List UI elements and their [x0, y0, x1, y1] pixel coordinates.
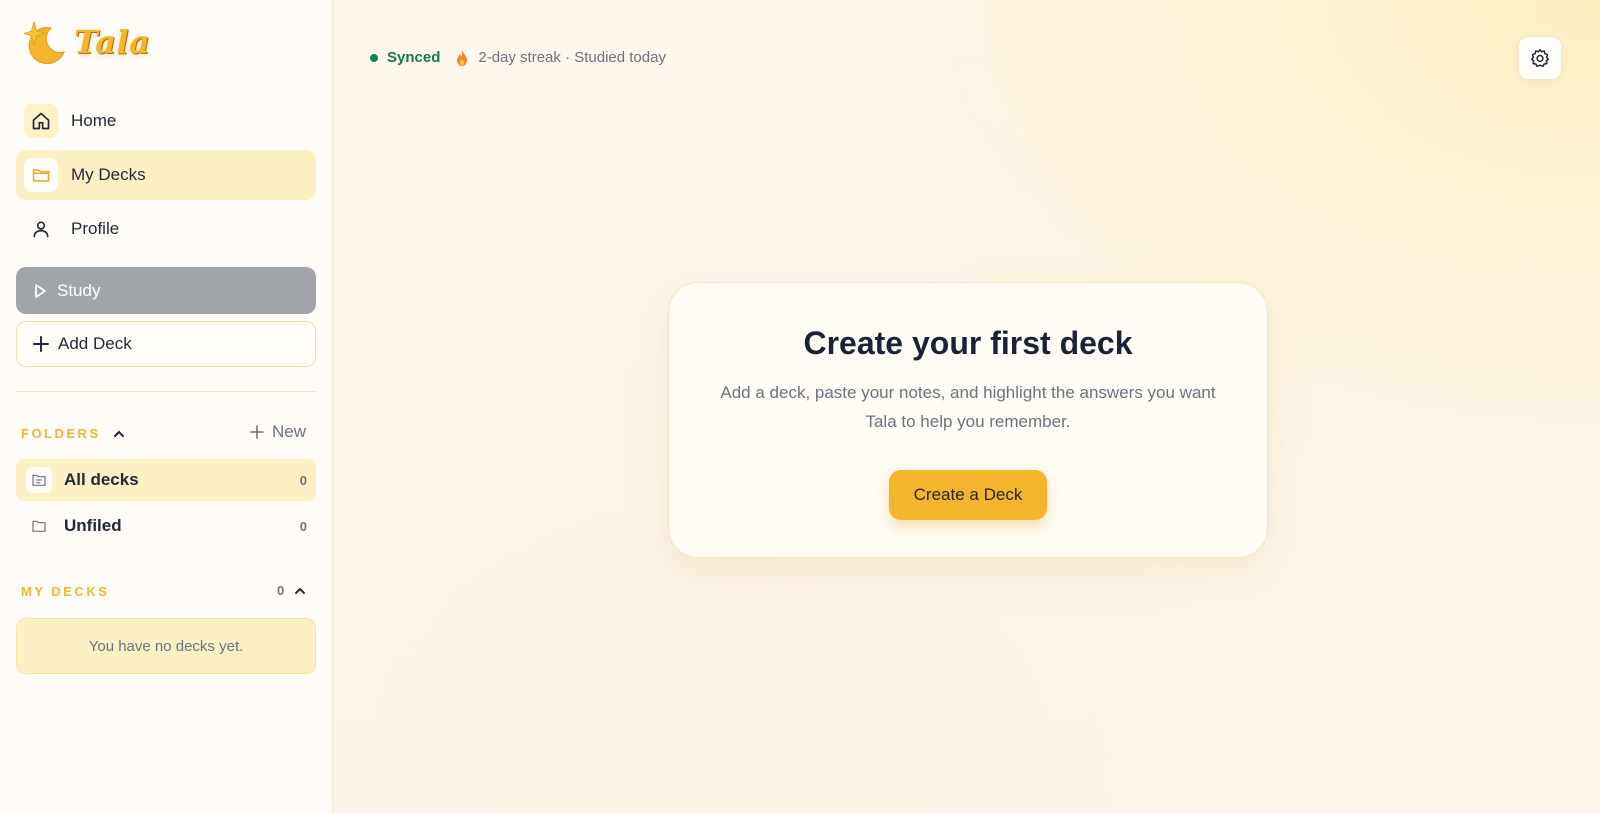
plus-icon: [250, 425, 264, 439]
gear-icon: [1530, 48, 1550, 68]
study-button[interactable]: Study: [16, 267, 316, 314]
my-decks-header-controls[interactable]: 0: [277, 583, 306, 598]
main-content: Synced 2-day streak · Studied today Crea…: [334, 0, 1600, 813]
sidebar: Tala Home My Decks Profile Study Add Dec…: [0, 0, 333, 813]
folders-header[interactable]: FOLDERS: [21, 426, 125, 441]
sync-status-dot: [370, 53, 378, 62]
empty-decks-message: You have no decks yet.: [16, 618, 316, 674]
folders-title: FOLDERS: [21, 426, 101, 441]
folder-label: All decks: [64, 470, 139, 489]
folder-item-all-decks[interactable]: All decks 0: [16, 459, 316, 501]
app-logo[interactable]: Tala: [24, 20, 150, 64]
play-icon: [32, 283, 48, 299]
folder-icon: [24, 158, 58, 192]
home-icon: [24, 104, 58, 138]
folder-count: 0: [299, 472, 307, 488]
chevron-up-icon: [113, 428, 125, 440]
folder-count: 0: [299, 518, 307, 534]
my-decks-count: 0: [277, 583, 285, 598]
nav-item-label: My Decks: [71, 165, 146, 184]
folder-label: Unfiled: [64, 516, 122, 535]
settings-button[interactable]: [1518, 36, 1562, 80]
plus-icon: [33, 336, 49, 352]
nav-item-label: Profile: [71, 219, 120, 238]
nav-item-my-decks[interactable]: My Decks: [16, 150, 316, 200]
create-deck-button[interactable]: Create a Deck: [889, 470, 1047, 520]
streak-text: 2-day streak · Studied today: [478, 49, 666, 66]
folder-list-icon: [26, 467, 52, 493]
folder-icon: [26, 513, 52, 539]
chevron-up-icon: [294, 585, 306, 597]
card-title: Create your first deck: [803, 325, 1133, 361]
card-description: Add a deck, paste your notes, and highli…: [720, 383, 1216, 431]
my-decks-title: MY DECKS: [21, 584, 110, 599]
app-name: Tala: [74, 23, 151, 61]
new-folder-label: New: [272, 422, 307, 441]
nav-item-label: Home: [71, 111, 117, 130]
nav-item-profile[interactable]: Profile: [16, 204, 316, 254]
create-first-deck-card: Create your first deck Add a deck, paste…: [668, 282, 1268, 558]
new-folder-button[interactable]: New: [250, 422, 306, 442]
sync-status: Synced: [387, 49, 441, 66]
status-bar: Synced 2-day streak · Studied today: [370, 49, 666, 66]
study-label: Study: [57, 280, 101, 300]
folder-item-unfiled[interactable]: Unfiled 0: [16, 505, 316, 547]
flame-icon: [456, 49, 468, 66]
user-icon: [24, 212, 58, 246]
moon-star-icon: [24, 20, 66, 64]
sidebar-divider: [16, 391, 316, 392]
nav-item-home[interactable]: Home: [16, 96, 316, 146]
add-deck-button[interactable]: Add Deck: [16, 321, 316, 367]
add-deck-label: Add Deck: [58, 334, 132, 353]
